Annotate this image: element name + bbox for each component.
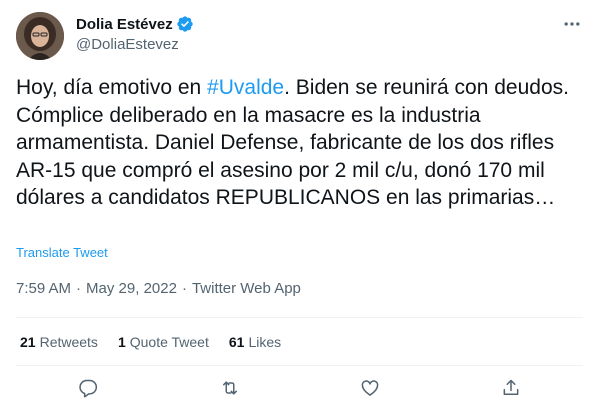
tweet: Dolia Estévez @DoliaEstevez Hoy, día emo…	[0, 0, 599, 410]
like-button[interactable]	[358, 376, 382, 400]
share-button[interactable]	[499, 376, 523, 400]
retweets-label: Retweets	[39, 334, 98, 350]
author-block: Dolia Estévez @DoliaEstevez	[76, 14, 194, 53]
tweet-time[interactable]: 7:59 AM	[16, 280, 71, 297]
quotes-label: Quote Tweet	[129, 334, 209, 350]
more-dots-icon[interactable]	[556, 14, 588, 34]
tweet-date[interactable]: May 29, 2022	[86, 280, 177, 297]
heart-icon	[361, 380, 379, 396]
retweet-icon	[223, 381, 237, 395]
action-bar	[0, 366, 599, 410]
likes-stat[interactable]: 61 Likes	[229, 334, 281, 350]
tweet-source[interactable]: Twitter Web App	[192, 280, 301, 297]
tweet-meta: 7:59 AM · May 29, 2022 · Twitter Web App	[16, 280, 301, 297]
share-icon	[503, 379, 519, 395]
reply-icon	[79, 379, 98, 398]
translate-tweet-link[interactable]: Translate Tweet	[16, 245, 108, 260]
reply-button[interactable]	[76, 376, 100, 400]
quotes-stat[interactable]: 1 Quote Tweet	[118, 334, 209, 350]
likes-label: Likes	[248, 334, 282, 350]
avatar[interactable]	[16, 12, 64, 60]
meta-separator: ·	[181, 280, 187, 297]
verified-badge-icon	[177, 16, 193, 32]
retweets-stat[interactable]: 21 Retweets	[20, 334, 98, 350]
tweet-text-part: Hoy, día emotivo en	[16, 76, 208, 99]
hashtag-link[interactable]: #Uvalde	[207, 76, 284, 99]
divider	[16, 317, 583, 318]
tweet-text: Hoy, día emotivo en #Uvalde. Biden se re…	[16, 74, 586, 212]
likes-count: 61	[228, 334, 245, 350]
retweets-count: 21	[20, 334, 36, 350]
meta-separator: ·	[76, 280, 82, 297]
handle[interactable]: @DoliaEstevez	[76, 36, 194, 53]
display-name[interactable]: Dolia Estévez	[76, 16, 173, 33]
name-row: Dolia Estévez	[76, 14, 194, 34]
tweet-stats: 21 Retweets 1 Quote Tweet 61 Likes	[20, 334, 301, 350]
quotes-count: 1	[117, 334, 126, 350]
retweet-button[interactable]	[218, 376, 242, 400]
